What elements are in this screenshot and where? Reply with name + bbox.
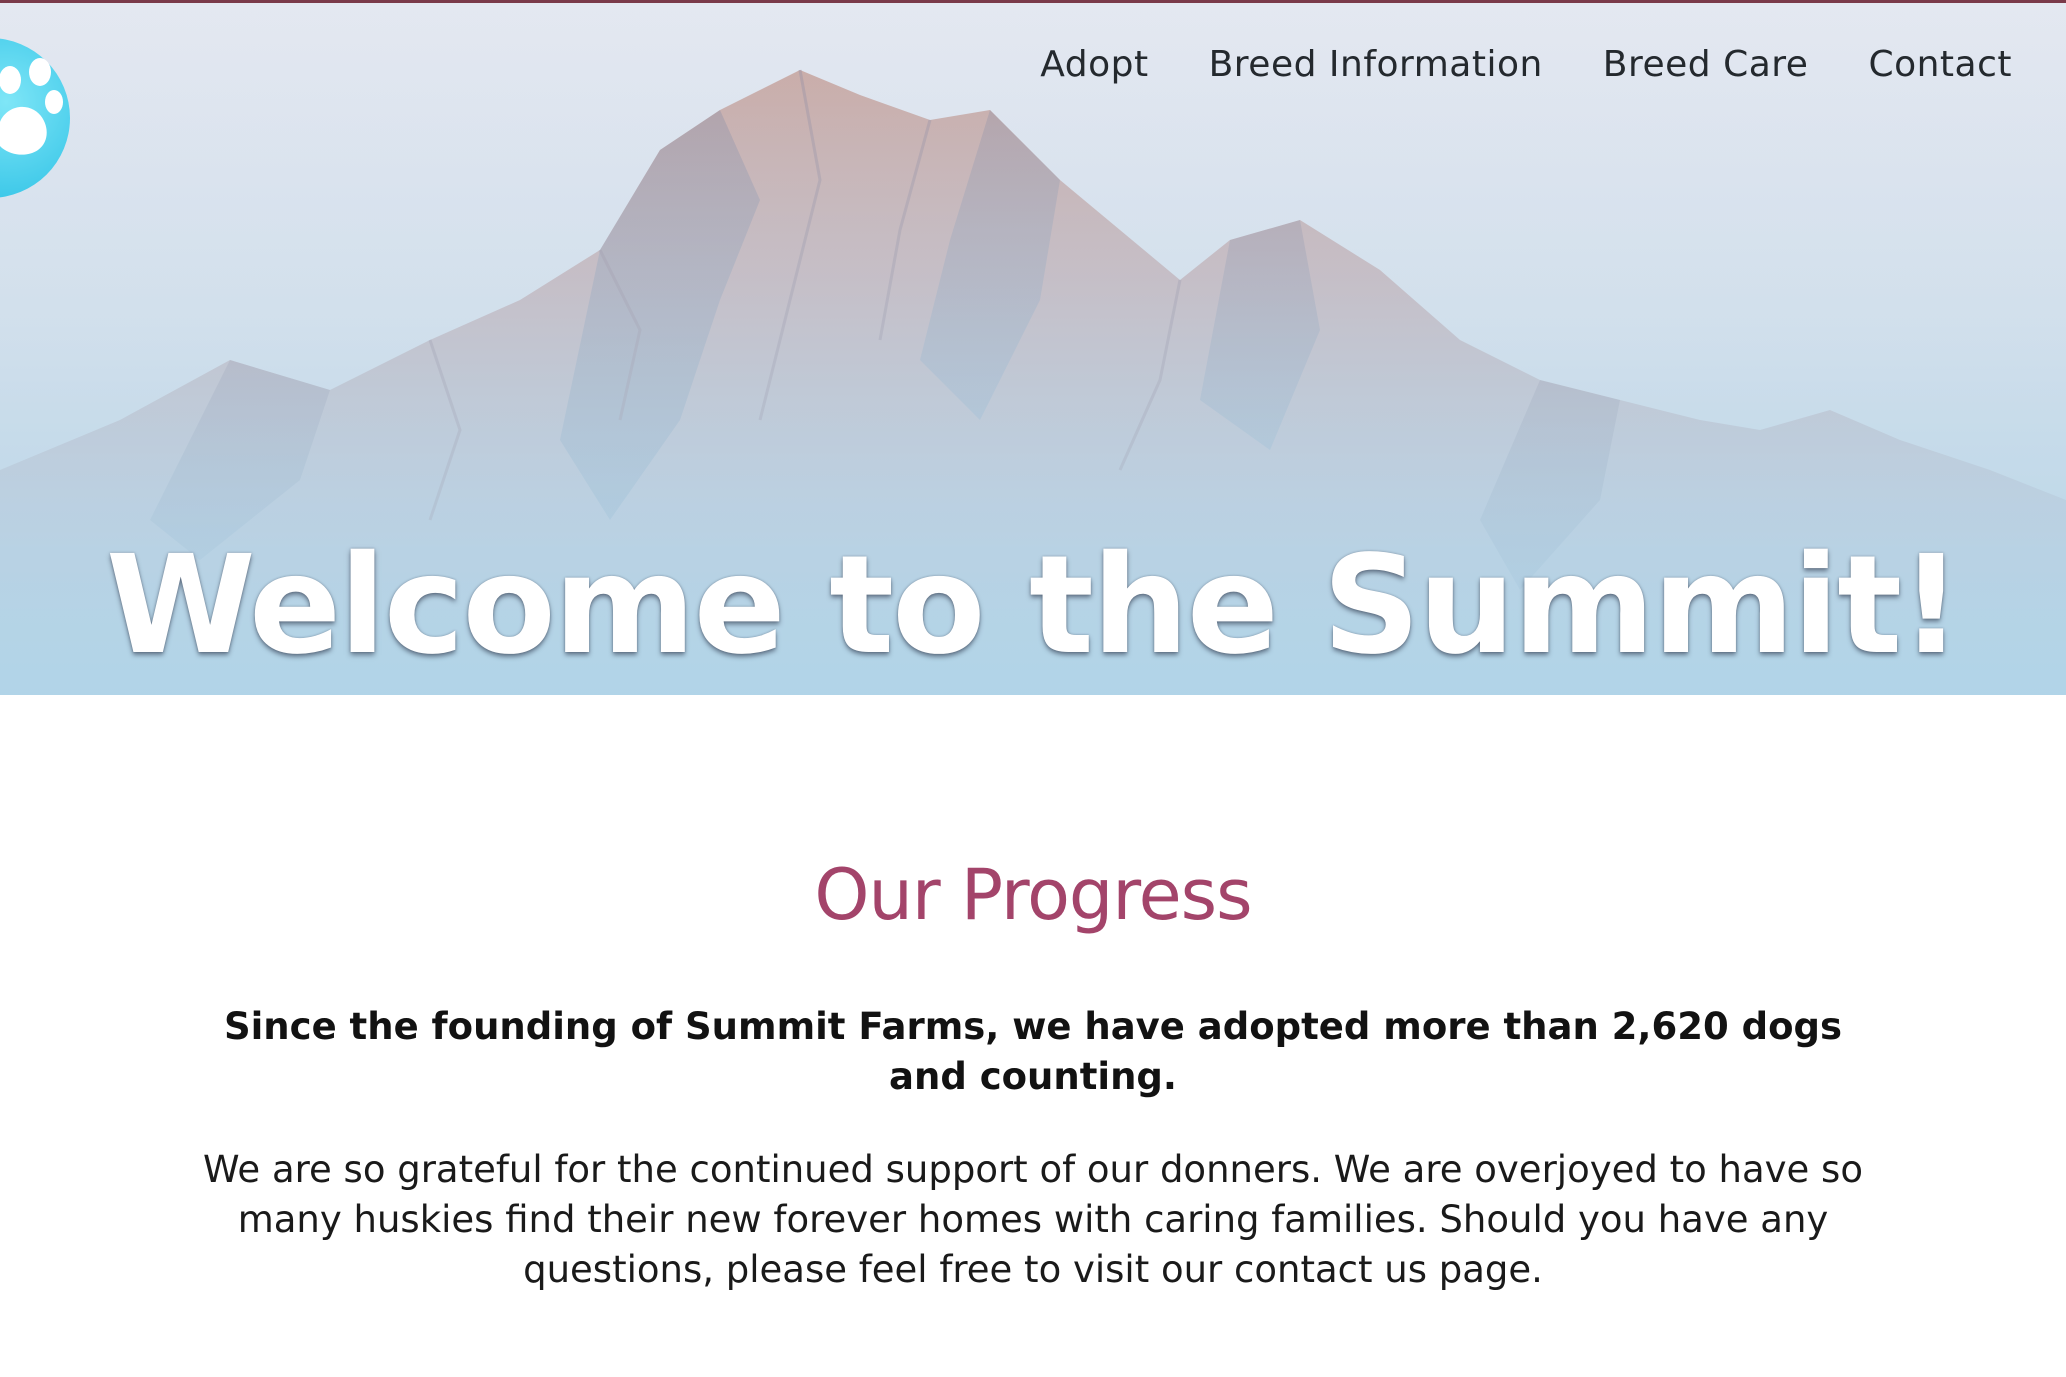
hero-banner: Adopt Breed Information Breed Care Conta… [0, 0, 2066, 695]
nav-item-contact[interactable]: Contact [1868, 40, 2012, 90]
hero-title: Welcome to the Summit! [105, 527, 1962, 686]
nav-item-breed-care[interactable]: Breed Care [1603, 40, 1809, 90]
nav-item-adopt[interactable]: Adopt [1040, 40, 1148, 90]
progress-lead-text: Since the founding of Summit Farms, we h… [223, 1005, 1843, 1098]
main-nav: Adopt Breed Information Breed Care Conta… [1040, 40, 2012, 90]
paw-icon [0, 58, 63, 155]
progress-body-text: We are so grateful for the continued sup… [203, 1148, 1863, 1291]
nav-item-breed-information[interactable]: Breed Information [1209, 40, 1543, 90]
section-title: Our Progress [814, 854, 1252, 936]
top-rule [0, 0, 2066, 3]
